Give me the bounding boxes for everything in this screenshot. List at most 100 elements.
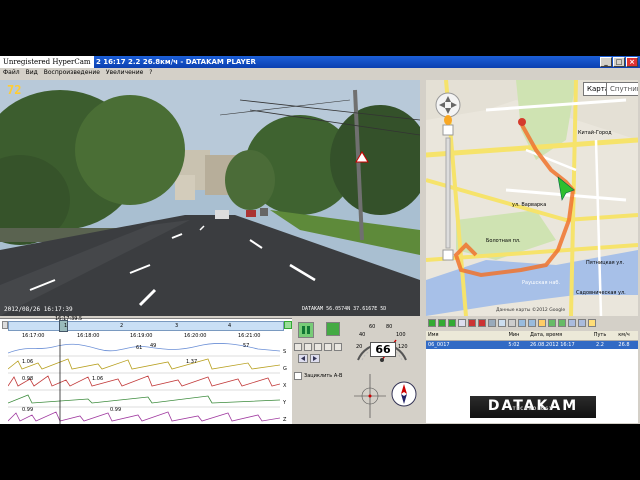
map-panel[interactable]: Карта Спутник ул. Варварка Китай-Город Б… bbox=[426, 80, 638, 316]
gauge-tick: 60 bbox=[369, 324, 376, 330]
prev-frame-button[interactable] bbox=[294, 343, 302, 351]
export-icon[interactable] bbox=[548, 319, 556, 327]
row-name: 06_0017 bbox=[428, 342, 450, 348]
map-copyright: Данные карты ©2012 Google bbox=[496, 308, 566, 313]
graph-value: 1.06 bbox=[92, 376, 104, 382]
slider-current-label: 16:17:39.5 bbox=[55, 316, 83, 322]
delete-icon[interactable] bbox=[468, 319, 476, 327]
minute-mark: 1 bbox=[64, 323, 68, 329]
rewind-button[interactable] bbox=[304, 343, 312, 351]
add-icon[interactable] bbox=[428, 319, 436, 327]
col-path[interactable]: Путь bbox=[590, 331, 610, 340]
col-speed[interactable]: км/ч bbox=[610, 331, 638, 340]
channel-label[interactable]: S bbox=[283, 349, 286, 355]
row-datetime: 26.08.2012 16:17 bbox=[530, 342, 575, 348]
zoom-icon[interactable] bbox=[518, 319, 526, 327]
row-speed: 26.8 bbox=[618, 342, 630, 348]
channel-label[interactable]: X bbox=[283, 383, 286, 389]
col-datetime[interactable]: Дата, время bbox=[530, 331, 590, 340]
channel-label[interactable]: G bbox=[283, 366, 287, 372]
playback-controls: Зациклить А-В 20 40 60 80 100 120 66 bbox=[292, 318, 424, 424]
map-label: ул. Варварка bbox=[512, 202, 547, 208]
info-icon[interactable] bbox=[588, 319, 596, 327]
channel-label[interactable]: Z bbox=[283, 417, 286, 423]
pause-button[interactable] bbox=[298, 322, 314, 338]
cancel-icon[interactable] bbox=[478, 319, 486, 327]
prev-track-button[interactable] bbox=[298, 354, 308, 363]
window-title: 2 16:17 2.2 26.8км/ч - DATAKAM PLAYER bbox=[96, 58, 256, 66]
folder-icon[interactable] bbox=[538, 319, 546, 327]
col-name[interactable]: Имя bbox=[426, 331, 498, 340]
window-controls: _ □ × bbox=[600, 57, 638, 67]
graph-value: 0.99 bbox=[22, 407, 34, 413]
minute-mark: 2 bbox=[120, 323, 124, 329]
map-label: Пятницкая ул. bbox=[586, 260, 625, 266]
menu-view[interactable]: Вид bbox=[26, 68, 38, 78]
stop-button[interactable] bbox=[326, 322, 340, 336]
menu-zoom[interactable]: Увеличение bbox=[106, 68, 143, 78]
chevron-right-icon bbox=[313, 356, 317, 361]
menu-help[interactable]: ? bbox=[149, 68, 152, 78]
datakam-logo: DATAKAM TECHNOLOGY bbox=[470, 396, 596, 418]
maximize-button[interactable]: □ bbox=[613, 57, 625, 67]
graph-value: 61 bbox=[136, 345, 143, 351]
video-panel[interactable]: 72 2012/08/26 16:17:39 DATAKAM 56.0574N … bbox=[0, 80, 420, 316]
layout-icon[interactable] bbox=[568, 319, 576, 327]
video-frame bbox=[0, 80, 420, 316]
gauge-tick: 80 bbox=[386, 324, 393, 330]
menu-file[interactable]: Файл bbox=[3, 68, 20, 78]
next-track-button[interactable] bbox=[310, 354, 320, 363]
refresh-icon[interactable] bbox=[448, 319, 456, 327]
row-min: 5:02 bbox=[508, 342, 520, 348]
row-path: 2.2 bbox=[596, 342, 604, 348]
next-frame-button[interactable] bbox=[324, 343, 332, 351]
chevron-left-icon bbox=[301, 356, 305, 361]
minimize-button[interactable]: _ bbox=[600, 57, 612, 67]
close-button[interactable]: × bbox=[626, 57, 638, 67]
logo-subtitle: TECHNOLOGY bbox=[512, 406, 554, 411]
gauge-tick: 100 bbox=[396, 332, 406, 338]
sensor-graphs[interactable] bbox=[8, 339, 280, 424]
minute-mark: 4 bbox=[228, 323, 232, 329]
forward-button[interactable] bbox=[314, 343, 322, 351]
watermark-label: Unregistered HyperCam bbox=[0, 56, 94, 68]
scroll-left-icon[interactable] bbox=[2, 321, 8, 329]
graph-value: 49 bbox=[150, 343, 157, 349]
repeat-button[interactable] bbox=[334, 343, 342, 351]
menu-playback[interactable]: Воспроизведение bbox=[44, 68, 100, 78]
graph-value: 1.06 bbox=[22, 359, 34, 365]
zoom-in-icon[interactable] bbox=[284, 321, 292, 329]
graph-value: 57 bbox=[243, 343, 250, 349]
gauge-tick: 40 bbox=[359, 332, 366, 338]
title-bar[interactable]: 2 16:17 2.2 26.8км/ч - DATAKAM PLAYER Un… bbox=[0, 56, 640, 68]
open-icon[interactable] bbox=[498, 319, 506, 327]
search-icon[interactable] bbox=[528, 319, 536, 327]
graph-value: 0.98 bbox=[22, 376, 34, 382]
settings-icon[interactable] bbox=[508, 319, 516, 327]
col-min[interactable]: Мин bbox=[498, 331, 530, 340]
graph-value: 1.37 bbox=[186, 359, 198, 365]
map-label: Китай-Город bbox=[578, 130, 612, 136]
map-label: Раушская наб. bbox=[522, 280, 561, 286]
loop-checkbox[interactable] bbox=[294, 372, 302, 380]
app-window: 2 16:17 2.2 26.8км/ч - DATAKAM PLAYER Un… bbox=[0, 56, 640, 424]
channel-label[interactable]: Y bbox=[283, 400, 286, 406]
save-icon[interactable] bbox=[488, 319, 496, 327]
track-toolbar bbox=[426, 318, 638, 330]
map-label: Садовническая ул. bbox=[576, 290, 626, 296]
table-row[interactable]: 06_0017 5:02 26.08.2012 16:17 2.2 26.8 bbox=[426, 341, 638, 349]
menu-bar: Файл Вид Воспроизведение Увеличение ? bbox=[0, 68, 640, 78]
timeline-panel[interactable]: 16:17:39.5 1 2 3 4 16:17:00 16:18:00 16:… bbox=[0, 316, 292, 424]
minute-mark: 3 bbox=[175, 323, 179, 329]
remove-icon[interactable] bbox=[438, 319, 446, 327]
copy-icon[interactable] bbox=[458, 319, 466, 327]
import-icon[interactable] bbox=[558, 319, 566, 327]
position-slider[interactable]: 16:17:39.5 1 2 3 4 bbox=[8, 316, 284, 332]
gauge-tick: 20 bbox=[356, 344, 363, 350]
view-icon[interactable] bbox=[578, 319, 586, 327]
graph-value: 0.99 bbox=[110, 407, 122, 413]
map-label: Болотная пл. bbox=[486, 238, 521, 244]
pause-icon bbox=[302, 326, 310, 334]
tab-satellite[interactable]: Спутник bbox=[606, 82, 638, 96]
compass-icon bbox=[391, 381, 417, 407]
